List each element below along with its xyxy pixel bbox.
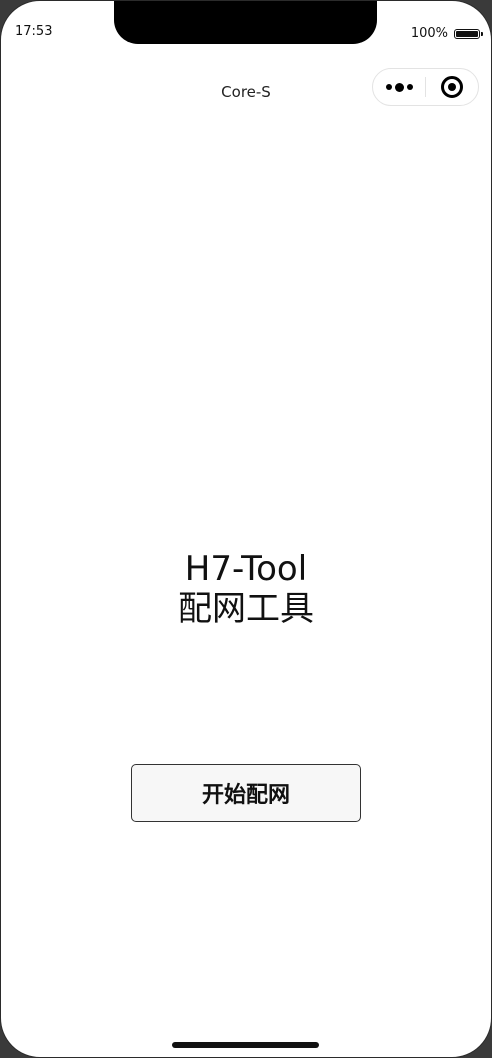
more-button[interactable] <box>373 69 425 105</box>
page-headline: H7-Tool 配网工具 <box>1 549 491 629</box>
battery-icon <box>454 28 483 39</box>
target-circle-icon <box>441 76 463 98</box>
home-indicator[interactable] <box>172 1042 319 1048</box>
device-notch <box>114 1 377 44</box>
battery-fill <box>456 30 478 37</box>
close-button[interactable] <box>426 69 478 105</box>
headline-line-2: 配网工具 <box>178 589 314 629</box>
status-right: 100% <box>410 26 483 41</box>
headline-line-1: H7-Tool <box>184 549 308 589</box>
start-config-button[interactable]: 开始配网 <box>131 764 361 822</box>
more-dots-icon <box>385 82 413 92</box>
phone-screen: 17:53 100% Core-S H7-Tool 配网工具 开始配网 <box>0 0 492 1058</box>
status-time: 17:53 <box>15 24 53 39</box>
mini-program-capsule <box>372 68 479 106</box>
battery-percent: 100% <box>410 26 448 41</box>
